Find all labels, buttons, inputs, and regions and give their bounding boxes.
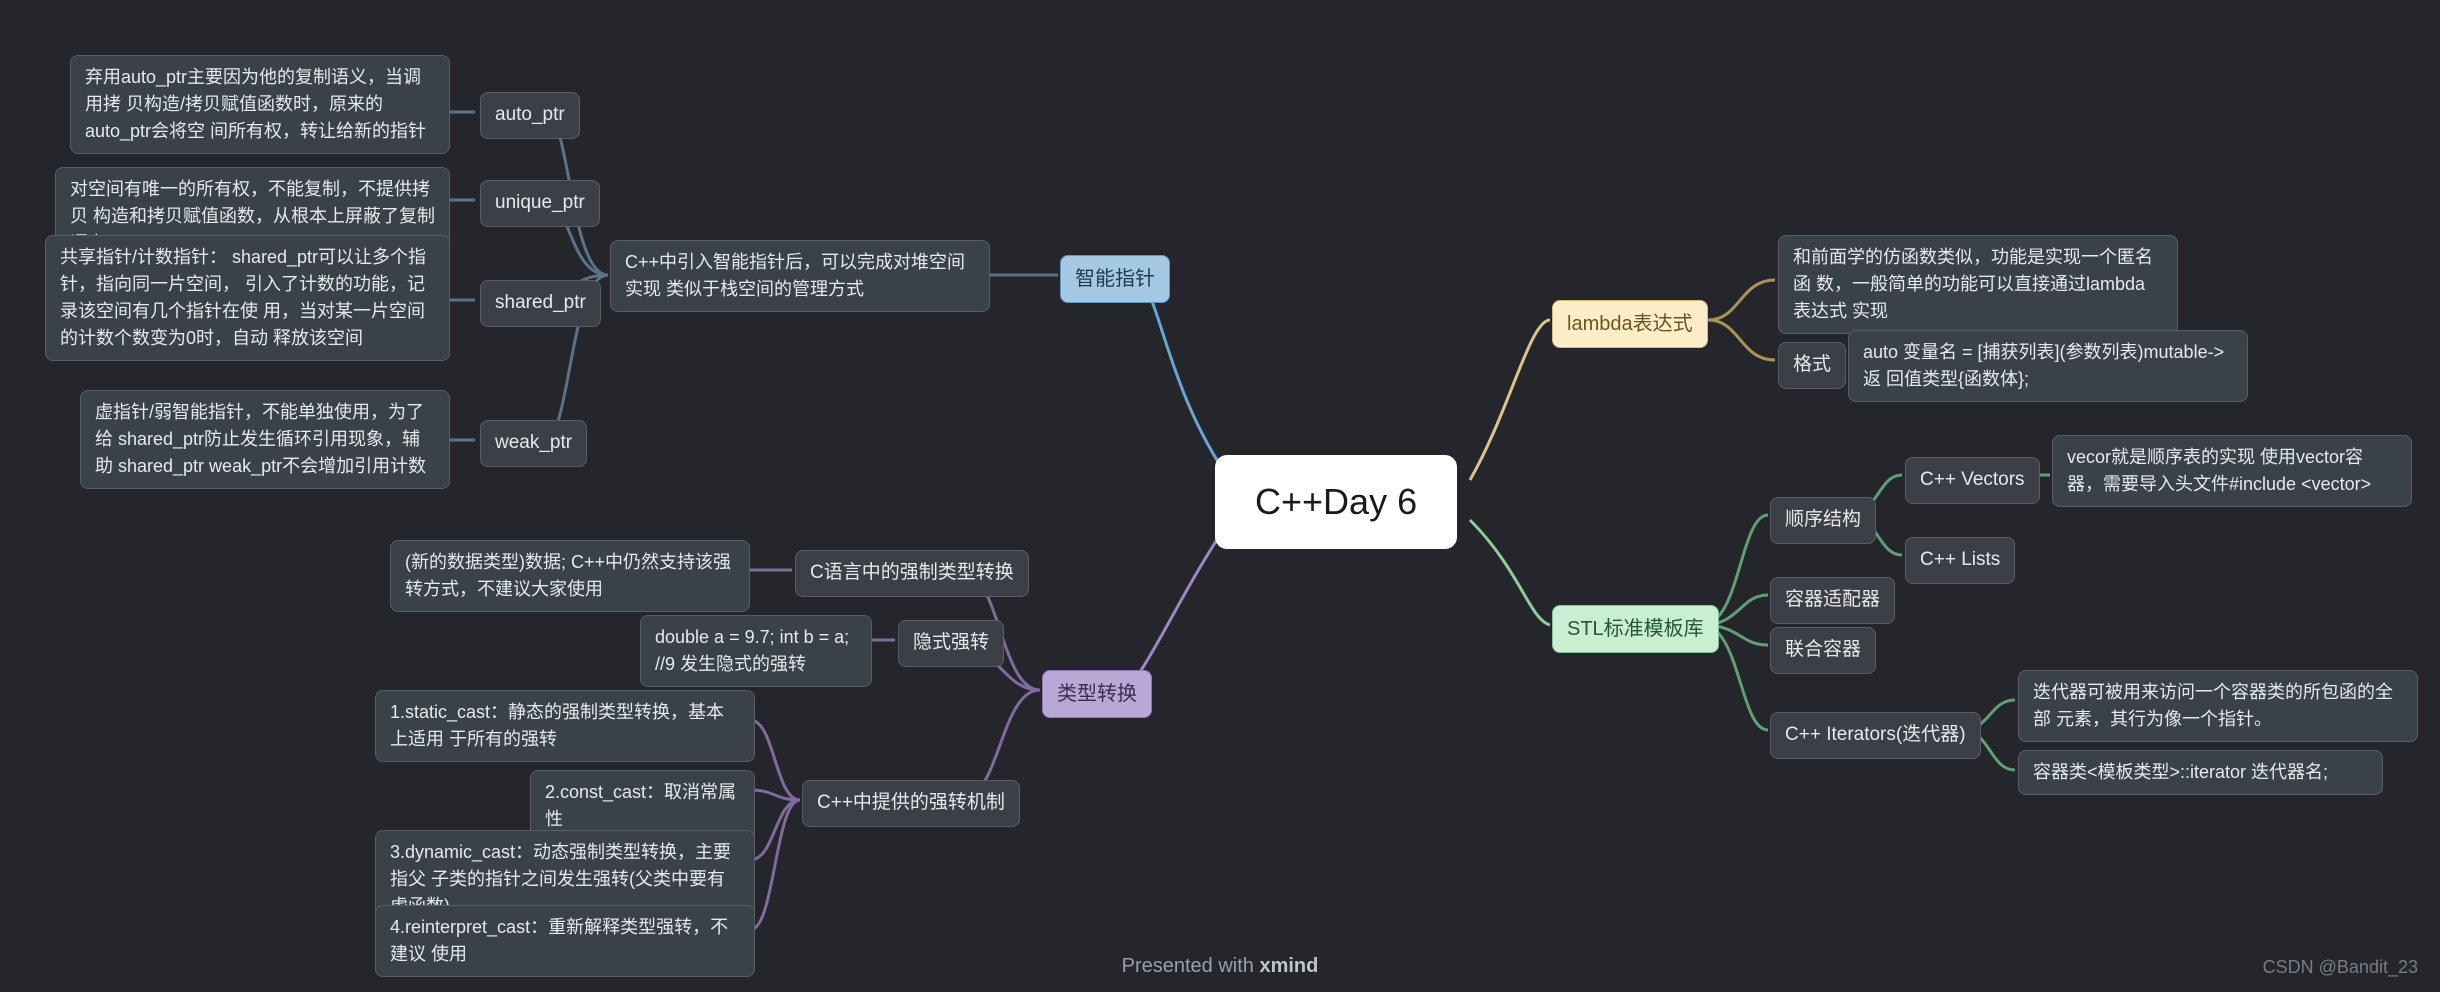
footer: Presented with xmind (0, 955, 2440, 978)
label-adapter[interactable]: 容器适配器 (1770, 577, 1895, 624)
leaf-lambda-desc: 和前面学的仿函数类似，功能是实现一个匿名函 数，一般简单的功能可以直接通过lam… (1778, 235, 2178, 334)
label-unique-ptr[interactable]: unique_ptr (480, 180, 600, 227)
watermark: CSDN @Bandit_23 (2263, 957, 2418, 978)
topic-lambda[interactable]: lambda表达式 (1552, 300, 1708, 348)
label-implicit[interactable]: 隐式强转 (898, 620, 1004, 667)
topic-smart-ptr[interactable]: 智能指针 (1060, 255, 1170, 303)
leaf-shared-ptr: 共享指针/计数指针： shared_ptr可以让多个指针，指向同一片空间， 引入… (45, 235, 450, 361)
topic-stl[interactable]: STL标准模板库 (1552, 605, 1719, 653)
leaf-iter2: 容器类<模板类型>::iterator 迭代器名; (2018, 750, 2383, 795)
leaf-lambda-fmt: auto 变量名 = [捕获列表](参数列表)mutable->返 回值类型{函… (1848, 330, 2248, 402)
leaf-implicit: double a = 9.7; int b = a; //9 发生隐式的强转 (640, 615, 872, 687)
label-assoc[interactable]: 联合容器 (1770, 627, 1876, 674)
label-c-cast[interactable]: C语言中的强制类型转换 (795, 550, 1029, 597)
leaf-static: 1.static_cast：静态的强制类型转换，基本上适用 于所有的强转 (375, 690, 755, 762)
label-lambda-fmt[interactable]: 格式 (1778, 342, 1846, 389)
footer-brand: xmind (1259, 955, 1318, 977)
topic-cast[interactable]: 类型转换 (1042, 670, 1152, 718)
label-weak-ptr[interactable]: weak_ptr (480, 420, 587, 467)
center-node[interactable]: C++Day 6 (1215, 455, 1457, 549)
footer-pre: Presented with (1122, 955, 1260, 977)
label-vectors[interactable]: C++ Vectors (1905, 457, 2040, 504)
label-lists[interactable]: C++ Lists (1905, 537, 2015, 584)
leaf-vectors: vecor就是顺序表的实现 使用vector容器，需要导入头文件#include… (2052, 435, 2412, 507)
leaf-auto-ptr: 弃用auto_ptr主要因为他的复制语义，当调用拷 贝构造/拷贝赋值函数时，原来… (70, 55, 450, 154)
leaf-weak-ptr: 虚指针/弱智能指针，不能单独使用，为了给 shared_ptr防止发生循环引用现… (80, 390, 450, 489)
leaf-iter1: 迭代器可被用来访问一个容器类的所包函的全部 元素，其行为像一个指针。 (2018, 670, 2418, 742)
label-seq[interactable]: 顺序结构 (1770, 497, 1876, 544)
label-iter[interactable]: C++ Iterators(迭代器) (1770, 712, 1981, 759)
label-shared-ptr[interactable]: shared_ptr (480, 280, 601, 327)
label-cpp-cast[interactable]: C++中提供的强转机制 (802, 780, 1020, 827)
leaf-c-cast: (新的数据类型)数据; C++中仍然支持该强转方式，不建议大家使用 (390, 540, 750, 612)
smart-ptr-desc: C++中引入智能指针后，可以完成对堆空间实现 类似于栈空间的管理方式 (610, 240, 990, 312)
label-auto-ptr[interactable]: auto_ptr (480, 92, 580, 139)
